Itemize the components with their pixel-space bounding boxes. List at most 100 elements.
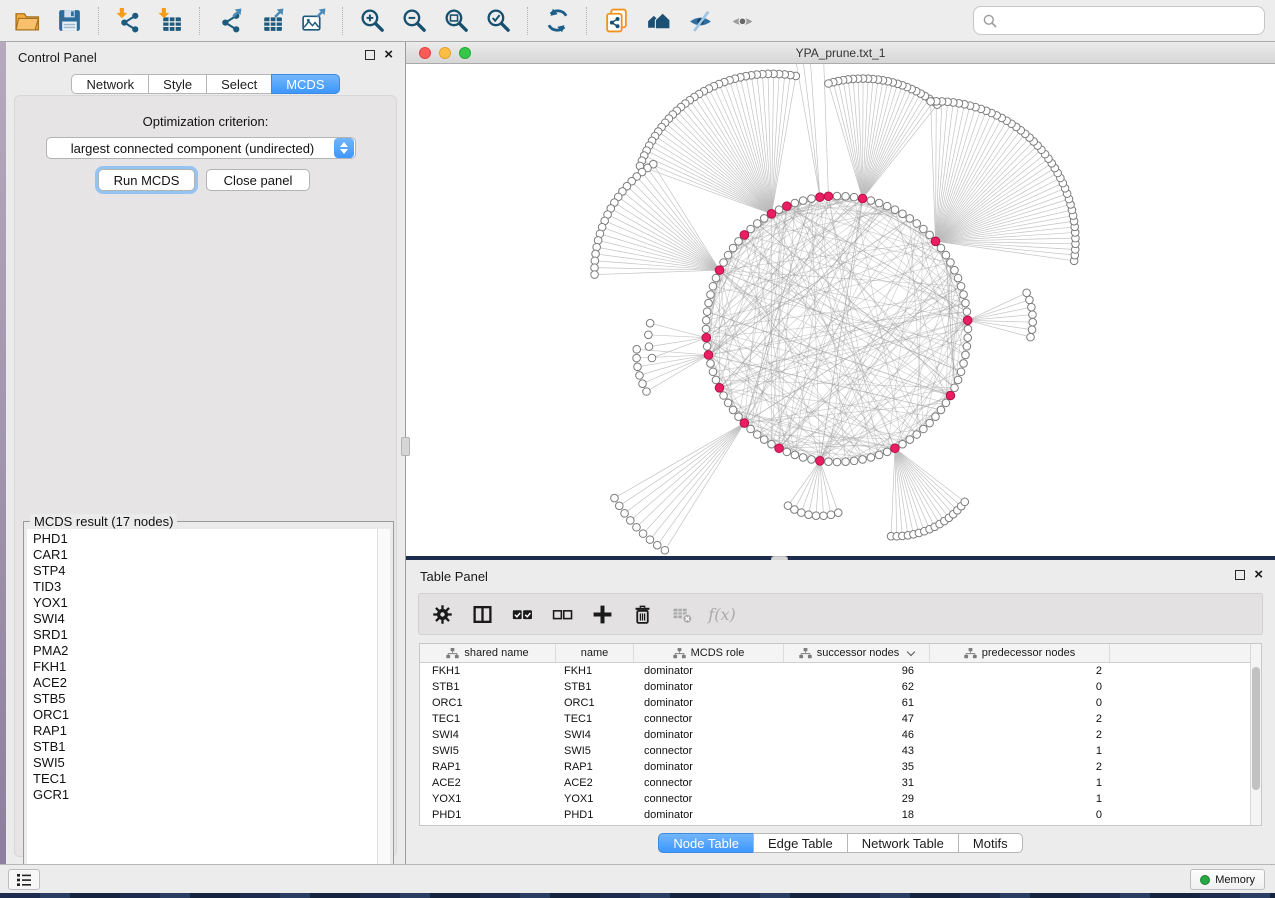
table-row-PHD1[interactable]: PHD1PHD1dominator180 [420,807,1250,823]
float-panel-icon[interactable] [365,50,375,60]
import-network-button[interactable] [107,4,149,38]
table-row-YOX1[interactable]: YOX1YOX1connector291 [420,791,1250,807]
cell-predecessor_nodes: 2 [930,665,1110,677]
export-table-button[interactable] [250,4,292,38]
mcds-result-item[interactable]: STB1 [27,739,377,755]
table-row-SWI5[interactable]: SWI5SWI5connector431 [420,743,1250,759]
export-network-button[interactable] [208,4,250,38]
hide-selected-button[interactable] [679,4,721,38]
select-all-icon [512,604,533,625]
new-network-from-selection-button[interactable] [595,4,637,38]
column-header-shared-name[interactable]: shared name [420,644,556,662]
status-bar: Memory [0,864,1275,893]
cell-predecessor_nodes: 0 [930,697,1110,709]
column-header-successor-nodes[interactable]: successor nodes [784,644,930,662]
mcds-result-item[interactable]: ORC1 [27,707,377,723]
tab-mcds[interactable]: MCDS [271,74,339,94]
mcds-result-item[interactable]: TID3 [27,579,377,595]
open-file-icon [14,7,41,34]
vertical-splitter-handle[interactable] [401,437,410,456]
run-mcds-button[interactable]: Run MCDS [98,169,195,191]
memory-button[interactable]: Memory [1190,869,1265,890]
network-canvas[interactable] [406,64,1275,556]
cell-shared_name: FKH1 [420,665,556,677]
sort-chevron-icon[interactable] [907,647,915,655]
open-file-button[interactable] [6,4,48,38]
table-row-RAP1[interactable]: RAP1RAP1dominator352 [420,759,1250,775]
mcds-result-item[interactable]: PHD1 [27,531,377,547]
mcds-result-item[interactable]: TEC1 [27,771,377,787]
table-row-ACE2[interactable]: ACE2ACE2connector311 [420,775,1250,791]
table-row-ORC1[interactable]: ORC1ORC1dominator610 [420,695,1250,711]
import-table-button[interactable] [149,4,191,38]
export-image-button[interactable] [292,4,334,38]
table-row-STB1[interactable]: STB1STB1dominator620 [420,679,1250,695]
criterion-dropdown[interactable]: largest connected component (undirected) [46,137,356,159]
add-column-button[interactable] [589,601,615,627]
network-window-title: YPA_prune.txt_1 [406,46,1275,60]
cell-successor_nodes: 47 [784,713,930,725]
close-table-panel-icon[interactable]: × [1254,570,1263,580]
cell-mcds_role: dominator [634,809,784,821]
zoom-selected-button[interactable] [477,4,519,38]
column-header-predecessor-nodes[interactable]: predecessor nodes [930,644,1110,662]
mcds-result-item[interactable]: SWI5 [27,755,377,771]
table-tab-edge-table[interactable]: Edge Table [753,833,848,853]
table-tab-node-table[interactable]: Node Table [658,833,754,853]
table-scrollbar[interactable] [1250,644,1261,825]
mcds-result-item[interactable]: YOX1 [27,595,377,611]
table-tab-motifs[interactable]: Motifs [958,833,1023,853]
search-box[interactable] [973,6,1265,35]
cell-successor_nodes: 46 [784,729,930,741]
column-header-MCDS-role[interactable]: MCDS role [634,644,784,662]
float-table-panel-icon[interactable] [1235,570,1245,580]
settings-button[interactable] [429,601,455,627]
show-all-button[interactable] [721,4,763,38]
mcds-result-item[interactable]: ACE2 [27,675,377,691]
mcds-result-item[interactable]: STP4 [27,563,377,579]
mcds-result-item[interactable]: RAP1 [27,723,377,739]
close-panel-icon[interactable]: × [384,50,393,60]
mcds-result-item[interactable]: STB5 [27,691,377,707]
delete-column-button[interactable] [629,601,655,627]
control-panel: Control Panel × NetworkStyleSelectMCDS O… [6,42,405,864]
tab-select[interactable]: Select [206,74,272,94]
first-neighbors-button[interactable] [637,4,679,38]
deselect-all-button[interactable] [549,601,575,627]
search-input[interactable] [1003,9,1264,33]
close-panel-button[interactable]: Close panel [206,169,310,191]
task-history-button[interactable] [8,869,40,890]
column-header-name[interactable]: name [556,644,634,662]
table-header-row: shared name name MCDS rolesuccessor nodesp… [420,644,1250,663]
select-all-button[interactable] [509,601,535,627]
zoom-in-button[interactable] [351,4,393,38]
cell-name: FKH1 [556,665,634,677]
mcds-result-item[interactable]: PMA2 [27,643,377,659]
tab-style[interactable]: Style [148,74,207,94]
cell-shared_name: PHD1 [420,809,556,821]
mcds-result-item[interactable]: GCR1 [27,787,377,803]
mcds-result-item[interactable]: FKH1 [27,659,377,675]
toolbar-icon-groups [0,0,763,41]
tab-network[interactable]: Network [71,74,149,94]
zoom-fit-button[interactable] [435,4,477,38]
mcds-list-scrollbar[interactable] [377,529,390,888]
network-window-titlebar[interactable]: YPA_prune.txt_1 [406,42,1275,64]
zoom-out-button[interactable] [393,4,435,38]
table-row-SWI4[interactable]: SWI4SWI4dominator462 [420,727,1250,743]
table-tab-network-table[interactable]: Network Table [847,833,959,853]
cell-name: ORC1 [556,697,634,709]
cell-successor_nodes: 18 [784,809,930,821]
table-row-FKH1[interactable]: FKH1FKH1dominator962 [420,663,1250,679]
mcds-result-item[interactable]: CAR1 [27,547,377,563]
mcds-result-item[interactable]: SRD1 [27,627,377,643]
export-image-icon [300,7,327,34]
column-label: name [581,647,609,659]
table-scrollbar-thumb[interactable] [1252,667,1260,790]
table-row-TEC1[interactable]: TEC1TEC1connector472 [420,711,1250,727]
refresh-button[interactable] [536,4,578,38]
mcds-result-item[interactable]: SWI4 [27,611,377,627]
save-session-button[interactable] [48,4,90,38]
toggle-columns-button[interactable] [469,601,495,627]
toolbar-separator [342,7,343,35]
